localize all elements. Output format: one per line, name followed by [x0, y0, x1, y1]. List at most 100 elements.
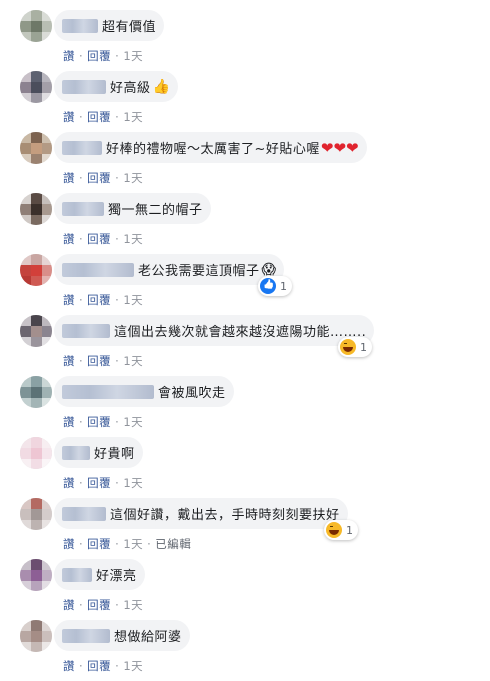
comment-actions: 讚 · 回覆 · 1天 [63, 48, 143, 64]
reaction-count[interactable]: 1 [258, 276, 292, 296]
comment-actions: 讚 · 回覆 · 1天 [63, 597, 143, 613]
separator: · [79, 598, 84, 612]
commenter-name[interactable] [62, 384, 154, 399]
comment-item: 好貴啊 讚 · 回覆 · 1天 [0, 437, 490, 498]
timestamp-link[interactable]: 1天 [123, 293, 143, 307]
comment-actions: 讚 · 回覆 · 1天 · 已編輯 [63, 536, 191, 552]
comment-bubble: 老公我需要這頂帽子 😱 [54, 254, 285, 285]
separator: · [115, 171, 120, 185]
commenter-name[interactable] [62, 506, 106, 521]
separator: · [79, 110, 84, 124]
like-icon [260, 278, 276, 294]
reaction-count[interactable]: 1 [338, 337, 372, 357]
like-link[interactable]: 讚 [63, 49, 75, 63]
separator: · [79, 354, 84, 368]
reply-link[interactable]: 回覆 [87, 659, 111, 673]
comment-item: 會被風吹走 讚 · 回覆 · 1天 [0, 376, 490, 437]
reply-link[interactable]: 回覆 [87, 476, 111, 490]
comment-item: 這個好讚，戴出去，手時時刻刻要扶好 1 讚 · 回覆 · 1天 · 已編輯 [0, 498, 490, 559]
separator: · [115, 49, 120, 63]
separator: · [115, 476, 120, 490]
reaction-count[interactable]: 1 [324, 520, 358, 540]
timestamp-link[interactable]: 1天 [123, 49, 143, 63]
comment-item: 老公我需要這頂帽子 😱 1 讚·回覆·1天 [0, 254, 490, 315]
reply-link[interactable]: 回覆 [87, 49, 111, 63]
commenter-name[interactable] [62, 445, 90, 460]
timestamp-link[interactable]: 1天 [123, 476, 143, 490]
avatar[interactable] [20, 559, 52, 591]
like-link[interactable]: 讚 [63, 598, 75, 612]
commenter-name[interactable] [62, 323, 110, 338]
avatar[interactable] [20, 620, 52, 652]
reply-link[interactable]: 回覆 [87, 354, 111, 368]
comment-actions: 讚 · 回覆 · 1天 [63, 414, 143, 430]
reply-link[interactable]: 回覆 [87, 171, 111, 185]
reaction-count-value: 1 [346, 523, 353, 537]
commenter-name[interactable] [62, 18, 98, 33]
commenter-name[interactable] [62, 201, 104, 216]
like-link[interactable]: 讚 [63, 537, 75, 551]
comment-bubble: 超有價值 [54, 10, 165, 41]
separator: · [79, 232, 84, 246]
avatar[interactable] [20, 71, 52, 103]
comment-bubble: 想做給阿婆 [54, 620, 190, 651]
commenter-name[interactable] [62, 140, 102, 155]
timestamp-link[interactable]: 1天 [123, 354, 143, 368]
avatar[interactable] [20, 132, 52, 164]
like-link[interactable]: 讚 [63, 659, 75, 673]
like-link[interactable]: 讚 [63, 293, 75, 307]
comment-text: 超有價值 [102, 20, 157, 35]
commenter-name[interactable] [62, 262, 134, 277]
comment-bubble: 好棒的禮物喔～太厲害了~好貼心喔 ❤❤❤ [54, 132, 367, 163]
commenter-name[interactable] [62, 567, 92, 582]
comment-item: 好高級 👍 讚 · 回覆 · 1天 [0, 71, 490, 132]
comment-actions: 讚 · 回覆 · 1天 [63, 292, 143, 308]
reaction-count-value: 1 [280, 279, 287, 293]
reply-link[interactable]: 回覆 [87, 110, 111, 124]
comment-bubble: 獨一無二的帽子 [54, 193, 211, 224]
reply-link[interactable]: 回覆 [87, 232, 111, 246]
like-link[interactable]: 讚 [63, 415, 75, 429]
like-link[interactable]: 讚 [63, 476, 75, 490]
like-link[interactable]: 讚 [63, 110, 75, 124]
timestamp-link[interactable]: 1天 [123, 659, 143, 673]
haha-icon [340, 339, 356, 355]
like-link[interactable]: 讚 [63, 232, 75, 246]
comment-bubble: 這個好讚，戴出去，手時時刻刻要扶好 [54, 498, 348, 529]
comment-actions: 讚 · 回覆 · 1天 [63, 658, 143, 674]
heart-emoji-icon: ❤❤❤ [320, 138, 359, 157]
timestamp-link[interactable]: 1天 [123, 415, 143, 429]
separator: · [79, 476, 84, 490]
commenter-name[interactable] [62, 79, 106, 94]
comment-actions: 讚 · 回覆 · 1天 [63, 109, 143, 125]
avatar[interactable] [20, 498, 52, 530]
timestamp-link[interactable]: 1天 [123, 537, 143, 551]
like-link[interactable]: 讚 [63, 354, 75, 368]
edited-label[interactable]: 已編輯 [155, 537, 191, 551]
reply-link[interactable]: 回覆 [87, 537, 111, 551]
avatar[interactable] [20, 376, 52, 408]
reply-link[interactable]: 回覆 [87, 598, 111, 612]
avatar[interactable] [20, 10, 52, 42]
avatar[interactable] [20, 193, 52, 225]
separator: · [79, 171, 84, 185]
avatar[interactable] [20, 315, 52, 347]
thumbs-up-emoji-icon: 👍 [152, 78, 170, 95]
reply-link[interactable]: 回覆 [87, 415, 111, 429]
avatar[interactable] [20, 437, 52, 469]
comment-text: 好高級 [110, 81, 151, 96]
comment-item: 好漂亮 讚 · 回覆 · 1天 [0, 559, 490, 620]
commenter-name[interactable] [62, 628, 110, 643]
comment-bubble: 好貴啊 [54, 437, 143, 468]
separator: · [115, 354, 120, 368]
reply-link[interactable]: 回覆 [87, 293, 111, 307]
timestamp-link[interactable]: 1天 [123, 232, 143, 246]
timestamp-link[interactable]: 1天 [123, 598, 143, 612]
like-link[interactable]: 讚 [63, 171, 75, 185]
comment-item: 想做給阿婆 讚 · 回覆 · 1天 [0, 620, 490, 681]
comment-text: 獨一無二的帽子 [108, 203, 203, 218]
timestamp-link[interactable]: 1天 [123, 171, 143, 185]
separator: · [115, 232, 120, 246]
avatar[interactable] [20, 254, 52, 286]
timestamp-link[interactable]: 1天 [123, 110, 143, 124]
